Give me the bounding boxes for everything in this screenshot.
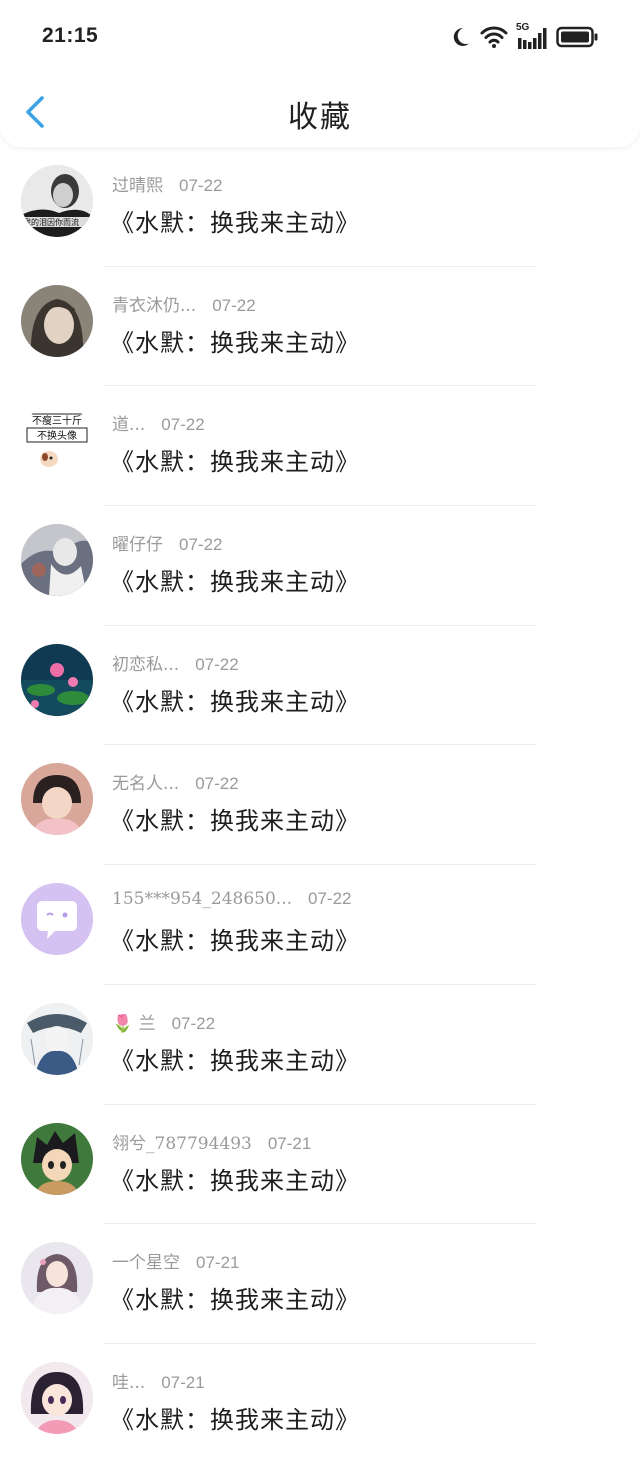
- user-name[interactable]: 道...: [112, 415, 145, 435]
- item-date: 07-22: [171, 1013, 216, 1033]
- avatar[interactable]: 我的泪因你而流: [21, 165, 93, 237]
- item-title[interactable]: 《水默：换我来主动》: [110, 921, 360, 956]
- list-item[interactable]: 🌷 兰 07-22 《水默：换我来主动》: [0, 985, 640, 1105]
- user-name[interactable]: 过晴熙: [112, 176, 163, 196]
- item-date: 07-22: [212, 295, 256, 315]
- avatar[interactable]: [21, 284, 93, 357]
- item-title[interactable]: 《水默：换我来主动》: [110, 1280, 360, 1315]
- list-item[interactable]: 曜仔仔 07-22 《水默：换我来主动》: [0, 506, 640, 626]
- user-name[interactable]: 🌷 兰: [112, 1014, 156, 1034]
- avatar[interactable]: [21, 763, 93, 836]
- battery-icon: [556, 26, 598, 48]
- user-name[interactable]: 翎兮_787794493: [112, 1134, 252, 1154]
- item-title[interactable]: 《水默：换我来主动》: [110, 1400, 360, 1435]
- item-title[interactable]: 《水默：换我来主动》: [110, 1161, 360, 1196]
- avatar-caption: 我的泪因你而流: [23, 217, 79, 227]
- list-item[interactable]: 我的泪因你而流 过晴熙 07-22 《水默：换我来主动》: [0, 147, 640, 267]
- item-title[interactable]: 《水默：换我来主动》: [110, 801, 360, 836]
- avatar[interactable]: [21, 524, 93, 597]
- wifi-icon: [480, 25, 508, 49]
- item-title[interactable]: 《水默：换我来主动》: [110, 442, 360, 477]
- user-name[interactable]: 初恋私...: [112, 655, 179, 675]
- item-title[interactable]: 《水默：换我来主动》: [110, 1041, 360, 1076]
- list-item[interactable]: 155***954_248650... 07-22 《水默：换我来主动》: [0, 865, 640, 985]
- list-item[interactable]: 翎兮_787794493 07-21 《水默：换我来主动》: [0, 1105, 640, 1225]
- nav-bar: 收藏: [0, 74, 640, 147]
- item-date: 07-22: [308, 889, 352, 909]
- avatar-line: 不换头像: [37, 429, 77, 442]
- item-date: 07-22: [179, 535, 223, 555]
- status-time: 21:15: [42, 24, 99, 47]
- item-date: 07-21: [267, 1133, 312, 1153]
- avatar[interactable]: [21, 1242, 93, 1315]
- item-date: 07-22: [179, 176, 223, 195]
- item-meta: 哇... 07-21: [112, 1368, 205, 1393]
- user-name[interactable]: 曜仔仔: [112, 535, 163, 555]
- user-name[interactable]: 无名人...: [112, 774, 179, 794]
- item-title[interactable]: 《水默：换我来主动》: [110, 323, 360, 358]
- moon-icon: [448, 25, 472, 49]
- item-meta: 过晴熙 07-22: [112, 171, 222, 196]
- item-meta: 🌷 兰 07-22: [112, 1009, 215, 1034]
- avatar[interactable]: [21, 1002, 93, 1075]
- item-title[interactable]: 《水默：换我来主动》: [110, 203, 360, 238]
- list-item[interactable]: 不瘦三十斤 不换头像 道... 07-22 《水默：换我来主动》: [0, 386, 640, 507]
- item-meta: 一个星空 07-21: [112, 1248, 239, 1273]
- item-date: 07-22: [195, 774, 239, 794]
- item-date: 07-22: [195, 654, 239, 674]
- list-item[interactable]: 一个星空 07-21 《水默：换我来主动》: [0, 1224, 640, 1344]
- status-icons: 5G: [448, 22, 598, 52]
- user-name[interactable]: 哇...: [112, 1373, 145, 1393]
- avatar[interactable]: [21, 1361, 93, 1434]
- user-name[interactable]: 一个星空: [112, 1253, 180, 1273]
- item-meta: 青衣沐仍... 07-22: [112, 291, 256, 316]
- item-date: 07-21: [161, 1372, 205, 1392]
- item-meta: 初恋私... 07-22: [112, 650, 239, 675]
- header: 21:15 5G 收藏: [0, 0, 640, 147]
- list-item[interactable]: 青衣沐仍... 07-22 《水默：换我来主动》: [0, 267, 640, 387]
- avatar[interactable]: [21, 883, 93, 956]
- item-title[interactable]: 《水默：换我来主动》: [110, 682, 360, 717]
- status-bar: 21:15 5G: [0, 0, 640, 74]
- page-title: 收藏: [288, 100, 352, 135]
- list-item[interactable]: 无名人... 07-22 《水默：换我来主动》: [0, 745, 640, 866]
- avatar[interactable]: 不瘦三十斤 不换头像: [21, 404, 93, 477]
- list-item[interactable]: 哇... 07-21 《水默：换我来主动》: [0, 1344, 640, 1464]
- avatar[interactable]: [21, 1122, 93, 1195]
- user-name[interactable]: 青衣沐仍...: [112, 296, 196, 316]
- item-meta: 道... 07-22: [112, 410, 205, 435]
- list-item[interactable]: 初恋私... 07-22 《水默：换我来主动》: [0, 626, 640, 746]
- item-meta: 翎兮_787794493 07-21: [112, 1129, 311, 1154]
- signal-5g-icon: 5G: [516, 22, 548, 50]
- avatar[interactable]: [21, 643, 93, 716]
- item-meta: 155***954_248650... 07-22: [112, 889, 352, 909]
- item-date: 07-21: [196, 1253, 240, 1273]
- avatar-line: 不瘦三十斤: [32, 414, 82, 427]
- favorites-list: 我的泪因你而流 过晴熙 07-22 《水默：换我来主动》 青衣沐仍... 07-22…: [0, 147, 640, 1464]
- item-meta: 曜仔仔 07-22: [112, 530, 222, 555]
- item-date: 07-22: [161, 415, 205, 435]
- user-name[interactable]: 155***954_248650...: [112, 889, 292, 909]
- item-meta: 无名人... 07-22: [112, 769, 239, 794]
- item-title[interactable]: 《水默：换我来主动》: [110, 562, 360, 597]
